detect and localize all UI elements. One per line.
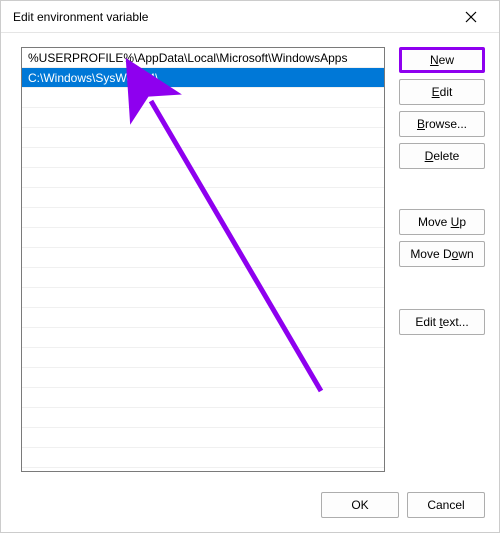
browse-button[interactable]: Browse...: [399, 111, 485, 137]
list-item-empty[interactable]: [22, 248, 384, 268]
close-button[interactable]: [451, 2, 491, 32]
list-item-empty[interactable]: [22, 228, 384, 248]
list-item-empty[interactable]: [22, 308, 384, 328]
list-item-empty[interactable]: [22, 368, 384, 388]
move-up-button[interactable]: Move Up: [399, 209, 485, 235]
content-area: %USERPROFILE%\AppData\Local\Microsoft\Wi…: [21, 47, 485, 472]
edit-button[interactable]: Edit: [399, 79, 485, 105]
list-item-empty[interactable]: [22, 448, 384, 468]
new-button[interactable]: New: [399, 47, 485, 73]
delete-button[interactable]: Delete: [399, 143, 485, 169]
list-item-empty[interactable]: [22, 148, 384, 168]
close-icon: [465, 11, 477, 23]
list-item-empty[interactable]: [22, 268, 384, 288]
list-item-empty[interactable]: [22, 288, 384, 308]
list-item-empty[interactable]: [22, 208, 384, 228]
list-item-empty[interactable]: [22, 128, 384, 148]
list-item-empty[interactable]: [22, 428, 384, 448]
spacer: [399, 273, 485, 303]
list-item-empty[interactable]: [22, 108, 384, 128]
dialog-title: Edit environment variable: [13, 10, 451, 24]
list-item-empty[interactable]: [22, 168, 384, 188]
spacer: [399, 175, 485, 203]
dialog-footer: OK Cancel: [321, 492, 485, 518]
list-item-empty[interactable]: [22, 328, 384, 348]
move-down-button[interactable]: Move Down: [399, 241, 485, 267]
list-item-empty[interactable]: [22, 388, 384, 408]
list-item[interactable]: %USERPROFILE%\AppData\Local\Microsoft\Wi…: [22, 48, 384, 68]
list-item-empty[interactable]: [22, 348, 384, 368]
titlebar: Edit environment variable: [1, 1, 499, 33]
list-item-empty[interactable]: [22, 408, 384, 428]
ok-button[interactable]: OK: [321, 492, 399, 518]
cancel-button[interactable]: Cancel: [407, 492, 485, 518]
button-column: New Edit Browse... Delete Move Up Move D…: [399, 47, 485, 472]
list-item[interactable]: C:\Windows\SysWow64\: [22, 68, 384, 88]
edit-env-var-dialog: Edit environment variable %USERPROFILE%\…: [0, 0, 500, 533]
path-listbox[interactable]: %USERPROFILE%\AppData\Local\Microsoft\Wi…: [21, 47, 385, 472]
list-item-empty[interactable]: [22, 188, 384, 208]
list-item-empty[interactable]: [22, 88, 384, 108]
edit-text-button[interactable]: Edit text...: [399, 309, 485, 335]
